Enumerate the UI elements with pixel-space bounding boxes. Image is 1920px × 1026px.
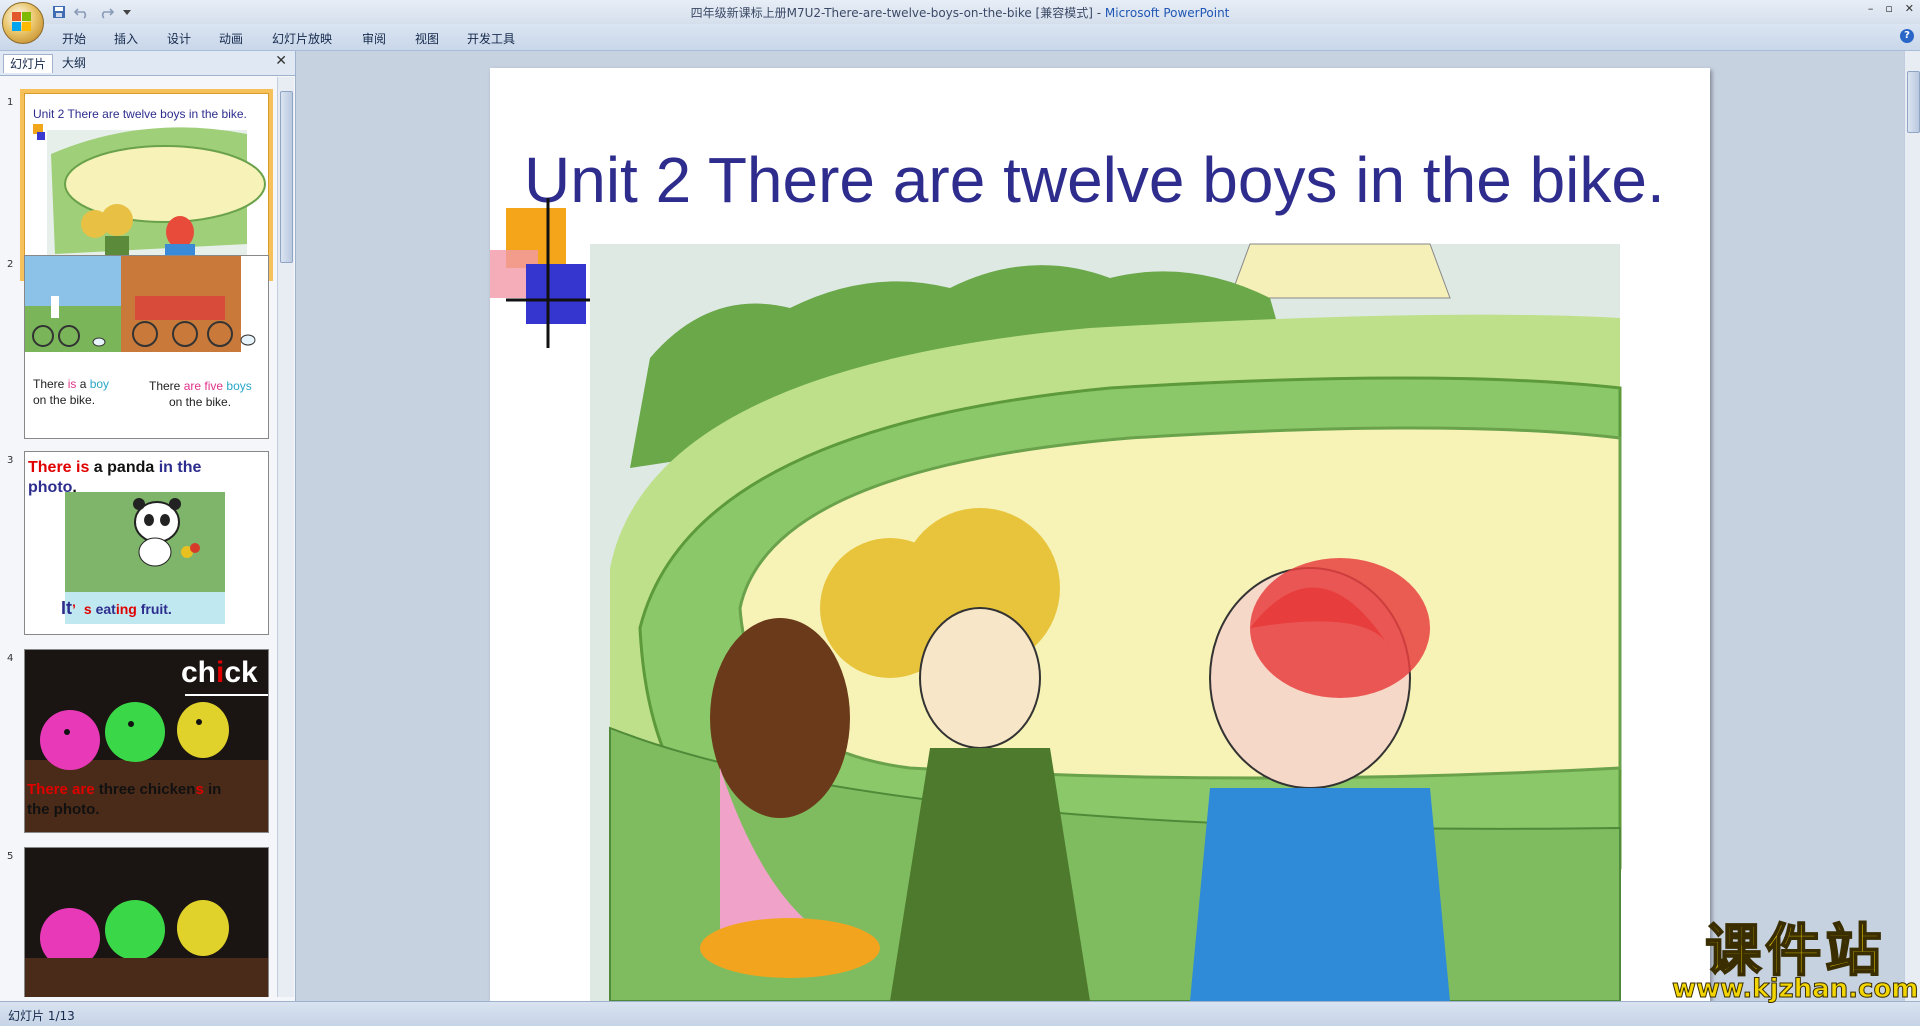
slide-number: 4 (7, 653, 14, 664)
document-title: 四年级新课标上册M7U2-There-are-twelve-boys-on-th… (690, 6, 1105, 20)
thumb4-word: chick (181, 656, 258, 689)
thumbnails-scrollbar[interactable] (277, 77, 294, 997)
window-controls: – ▫ ✕ (1868, 2, 1914, 15)
slide-thumbnail-4[interactable]: chick There are three chickens in the pho… (24, 649, 269, 833)
minimize-button[interactable]: – (1868, 2, 1874, 15)
canvas-scrollbar[interactable] (1904, 51, 1920, 1001)
tab-slides[interactable]: 幻灯片 (3, 54, 54, 73)
slide-thumbnails: 1 Unit 2 There are twelve boys in the bi… (0, 77, 276, 997)
tab-animations[interactable]: 动画 (219, 30, 243, 47)
thumb2-right-text: There are five boys on the bike. (149, 379, 252, 409)
close-button[interactable]: ✕ (1905, 2, 1914, 15)
slide-number: 2 (7, 259, 14, 270)
slides-panel: 幻灯片 大纲 ✕ 1 Unit 2 There are twelve boys … (0, 51, 296, 1001)
app-name: Microsoft PowerPoint (1104, 6, 1230, 20)
office-logo-icon (12, 12, 32, 32)
slide-number: 3 (7, 455, 14, 466)
watermark-url: www.kjzhan.com (1671, 974, 1919, 1004)
slide-illustration (490, 198, 1622, 1001)
thumb4-text: There are three chickens in the photo. (27, 781, 222, 818)
panel-close-icon[interactable]: ✕ (275, 53, 287, 69)
slide-canvas: Unit 2 There are twelve boys in the bike… (296, 51, 1904, 1001)
thumb2-illustration (25, 256, 256, 352)
thumb5-illustration (25, 900, 268, 997)
canvas-scrollbar-thumb[interactable] (1907, 71, 1920, 133)
window-title: 四年级新课标上册M7U2-There-are-twelve-boys-on-th… (0, 4, 1920, 21)
slide-number: 1 (7, 97, 14, 108)
office-button[interactable] (2, 2, 44, 44)
current-slide[interactable]: Unit 2 There are twelve boys in the bike… (490, 68, 1710, 1001)
watermark-cn: 课件站 (1704, 919, 1886, 984)
tab-design[interactable]: 设计 (167, 30, 191, 47)
thumb1-illustration (33, 124, 266, 272)
tab-insert[interactable]: 插入 (114, 30, 138, 47)
tab-home[interactable]: 开始 (62, 30, 86, 47)
restore-button[interactable]: ▫ (1885, 2, 1892, 15)
tab-review[interactable]: 审阅 (362, 30, 386, 47)
slide-thumbnail-2[interactable]: There is a boy on the bike. There are fiv… (24, 255, 269, 439)
tab-view[interactable]: 视图 (415, 30, 439, 47)
ribbon-tabs: 开始 插入 设计 动画 幻灯片放映 审阅 视图 开发工具 ? (0, 24, 1920, 51)
status-bar: 幻灯片 1/13 (0, 1001, 1920, 1026)
tab-outline[interactable]: 大纲 (56, 54, 92, 72)
scrollbar-thumb[interactable] (280, 91, 293, 263)
slide-thumbnail-5[interactable] (24, 847, 269, 997)
thumb3-bottom-text: It’ s eating fruit. (61, 598, 172, 618)
tab-slideshow[interactable]: 幻灯片放映 (272, 30, 332, 47)
slide-number: 5 (7, 851, 14, 862)
help-icon[interactable]: ? (1900, 29, 1914, 43)
slide-thumbnail-1[interactable]: Unit 2 There are twelve boys in the bike… (20, 89, 273, 281)
panel-tabs: 幻灯片 大纲 ✕ (0, 51, 295, 76)
watermark-logo: 课件站 www.kjzhan.com (1671, 919, 1919, 1004)
thumb2-left-text: There is a boy on the bike. (33, 377, 110, 407)
slide-thumbnail-3[interactable]: There is a panda in the photo. It’ s eatin… (24, 451, 269, 635)
slide-indicator: 幻灯片 1/13 (8, 1009, 75, 1023)
tab-developer[interactable]: 开发工具 (467, 30, 515, 47)
title-bar: 四年级新课标上册M7U2-There-are-twelve-boys-on-th… (0, 0, 1920, 24)
